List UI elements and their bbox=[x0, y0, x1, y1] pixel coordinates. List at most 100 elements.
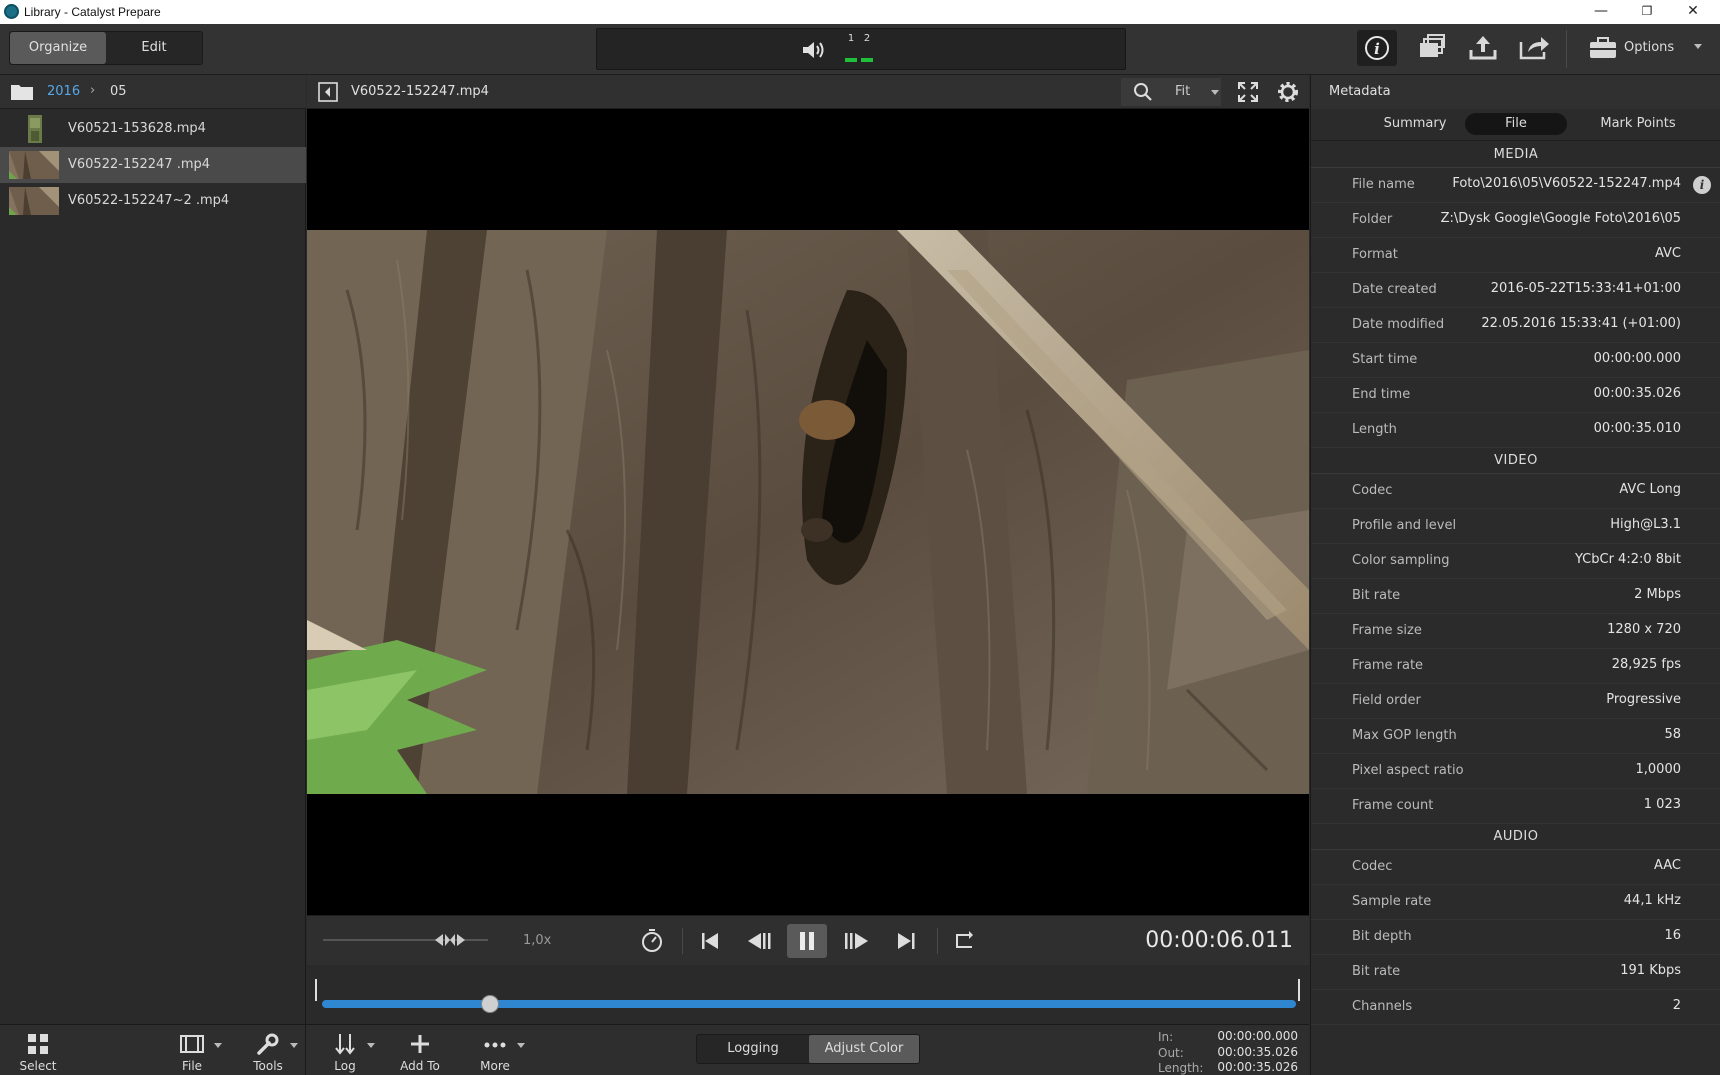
metadata-key: Date created bbox=[1352, 282, 1437, 297]
viewer-header: V60522-152247.mp4 Fit bbox=[307, 75, 1309, 109]
breadcrumb-year[interactable]: 2016 bbox=[47, 84, 80, 99]
metadata-value: 16 bbox=[1664, 928, 1681, 943]
panel-toggle-icon[interactable] bbox=[318, 82, 338, 102]
video-viewer[interactable] bbox=[307, 109, 1309, 915]
metadata-row: File name Foto\2016\05\V60522-152247.mp4… bbox=[1311, 168, 1720, 203]
briefcase-icon bbox=[1590, 37, 1616, 58]
skip-end-icon bbox=[898, 933, 915, 949]
workspace-switch: Logging Adjust Color bbox=[696, 1034, 920, 1064]
metadata-value: Progressive bbox=[1606, 692, 1681, 707]
metadata-row: Folder Z:\Dysk Google\Google Foto\2016\05 bbox=[1311, 203, 1720, 238]
metadata-value: High@L3.1 bbox=[1610, 517, 1681, 532]
list-item[interactable]: V60522-152247~2 .mp4 bbox=[0, 183, 306, 219]
share-button[interactable] bbox=[1514, 30, 1554, 66]
metadata-row: Codec AAC bbox=[1311, 850, 1720, 885]
metadata-key: Max GOP length bbox=[1352, 728, 1457, 743]
more-label: More bbox=[480, 1059, 510, 1073]
metadata-value: Z:\Dysk Google\Google Foto\2016\05 bbox=[1440, 211, 1681, 226]
metadata-key: Bit rate bbox=[1352, 964, 1401, 979]
app-logo-icon bbox=[4, 4, 19, 19]
file-name: V60522-152247 .mp4 bbox=[68, 157, 211, 172]
gear-icon[interactable] bbox=[1275, 79, 1301, 105]
jog-handle-icon[interactable] bbox=[435, 933, 465, 947]
metadata-key: Format bbox=[1352, 247, 1398, 262]
fullscreen-icon[interactable] bbox=[1236, 80, 1260, 104]
metadata-row: Bit rate 191 Kbps bbox=[1311, 955, 1720, 990]
close-window-button[interactable]: ✕ bbox=[1670, 0, 1716, 24]
log-button[interactable]: Log bbox=[313, 1028, 377, 1074]
minimize-button[interactable]: — bbox=[1578, 0, 1624, 24]
loop-button[interactable] bbox=[945, 924, 985, 958]
mode-switch: Organize Edit bbox=[9, 31, 203, 65]
metadata-value: 2 bbox=[1672, 998, 1681, 1013]
info-button[interactable]: i bbox=[1357, 30, 1397, 66]
frame-back-icon bbox=[748, 933, 771, 949]
edit-tab[interactable]: Edit bbox=[106, 32, 202, 64]
timeline-track[interactable] bbox=[322, 1000, 1296, 1008]
list-item[interactable]: V60521-153628.mp4 bbox=[0, 111, 306, 147]
metadata-key: Sample rate bbox=[1352, 894, 1432, 909]
file-menu-button[interactable]: File bbox=[160, 1028, 224, 1074]
metadata-row: Field order Progressive bbox=[1311, 684, 1720, 719]
logging-tab[interactable]: Logging bbox=[697, 1035, 809, 1063]
zoom-value: Fit bbox=[1175, 84, 1191, 99]
metadata-row: Bit depth 16 bbox=[1311, 920, 1720, 955]
breadcrumb-month[interactable]: 05 bbox=[110, 84, 127, 99]
metadata-value: AAC bbox=[1654, 858, 1681, 873]
speaker-icon[interactable] bbox=[801, 39, 827, 61]
pause-icon bbox=[800, 932, 814, 950]
timeline-scrubber[interactable] bbox=[307, 965, 1309, 1024]
chevron-down-icon bbox=[517, 1043, 525, 1048]
in-label: In: bbox=[1158, 1030, 1174, 1044]
go-to-start-button[interactable] bbox=[690, 924, 730, 958]
file-name: V60521-153628.mp4 bbox=[68, 121, 206, 136]
info-icon[interactable]: i bbox=[1693, 176, 1711, 194]
more-button[interactable]: More bbox=[463, 1028, 527, 1074]
copy-button[interactable] bbox=[1412, 30, 1452, 66]
metadata-key: Length bbox=[1352, 422, 1397, 437]
transport-divider bbox=[937, 928, 938, 954]
list-item[interactable]: V60522-152247 .mp4 bbox=[0, 147, 306, 183]
out-label: Out: bbox=[1158, 1046, 1184, 1060]
metadata-value: YCbCr 4:2:0 8bit bbox=[1574, 552, 1681, 567]
in-point-marker[interactable] bbox=[315, 979, 317, 1001]
metadata-value: AVC Long bbox=[1619, 482, 1681, 497]
metadata-value: Foto\2016\05\V60522-152247.mp4 bbox=[1452, 176, 1681, 191]
upload-button[interactable] bbox=[1463, 30, 1503, 66]
select-button[interactable]: Select bbox=[6, 1028, 70, 1074]
tab-summary[interactable]: Summary bbox=[1355, 113, 1475, 135]
metadata-value: 58 bbox=[1664, 727, 1681, 742]
zoom-select[interactable]: Fit bbox=[1121, 78, 1221, 106]
video-thumbnail bbox=[9, 151, 59, 179]
tab-mark-points[interactable]: Mark Points bbox=[1571, 113, 1705, 135]
metadata-row: Bit rate 2 Mbps bbox=[1311, 579, 1720, 614]
video-thumbnail bbox=[9, 115, 59, 143]
out-point-marker[interactable] bbox=[1298, 979, 1300, 1001]
pause-button[interactable] bbox=[787, 924, 827, 958]
folder-icon[interactable] bbox=[10, 83, 34, 101]
restore-button[interactable]: ❐ bbox=[1624, 0, 1670, 24]
file-name: V60522-152247~2 .mp4 bbox=[68, 193, 230, 208]
stack-icon bbox=[1420, 34, 1445, 57]
metadata-key: Frame count bbox=[1352, 798, 1434, 813]
timer-button[interactable] bbox=[632, 924, 672, 958]
adjust-color-tab[interactable]: Adjust Color bbox=[809, 1035, 919, 1063]
tab-file[interactable]: File bbox=[1465, 113, 1567, 135]
add-to-button[interactable]: Add To bbox=[388, 1028, 452, 1074]
metadata-key: Bit depth bbox=[1352, 929, 1412, 944]
playhead-handle[interactable] bbox=[480, 995, 499, 1013]
options-button[interactable]: Options bbox=[1580, 32, 1710, 64]
go-to-end-button[interactable] bbox=[886, 924, 926, 958]
step-back-button[interactable] bbox=[739, 924, 779, 958]
metadata-row: Profile and level High@L3.1 bbox=[1311, 509, 1720, 544]
chevron-down-icon bbox=[367, 1043, 375, 1048]
frame-forward-icon bbox=[845, 933, 868, 949]
metadata-value: 00:00:00.000 bbox=[1593, 351, 1681, 366]
metadata-row: Codec AVC Long bbox=[1311, 474, 1720, 509]
step-forward-button[interactable] bbox=[837, 924, 877, 958]
metadata-key: Codec bbox=[1352, 859, 1393, 874]
share-icon bbox=[1519, 37, 1549, 60]
tools-menu-button[interactable]: Tools bbox=[236, 1028, 300, 1074]
organize-tab[interactable]: Organize bbox=[10, 32, 106, 64]
breadcrumb-separator: › bbox=[90, 83, 96, 98]
